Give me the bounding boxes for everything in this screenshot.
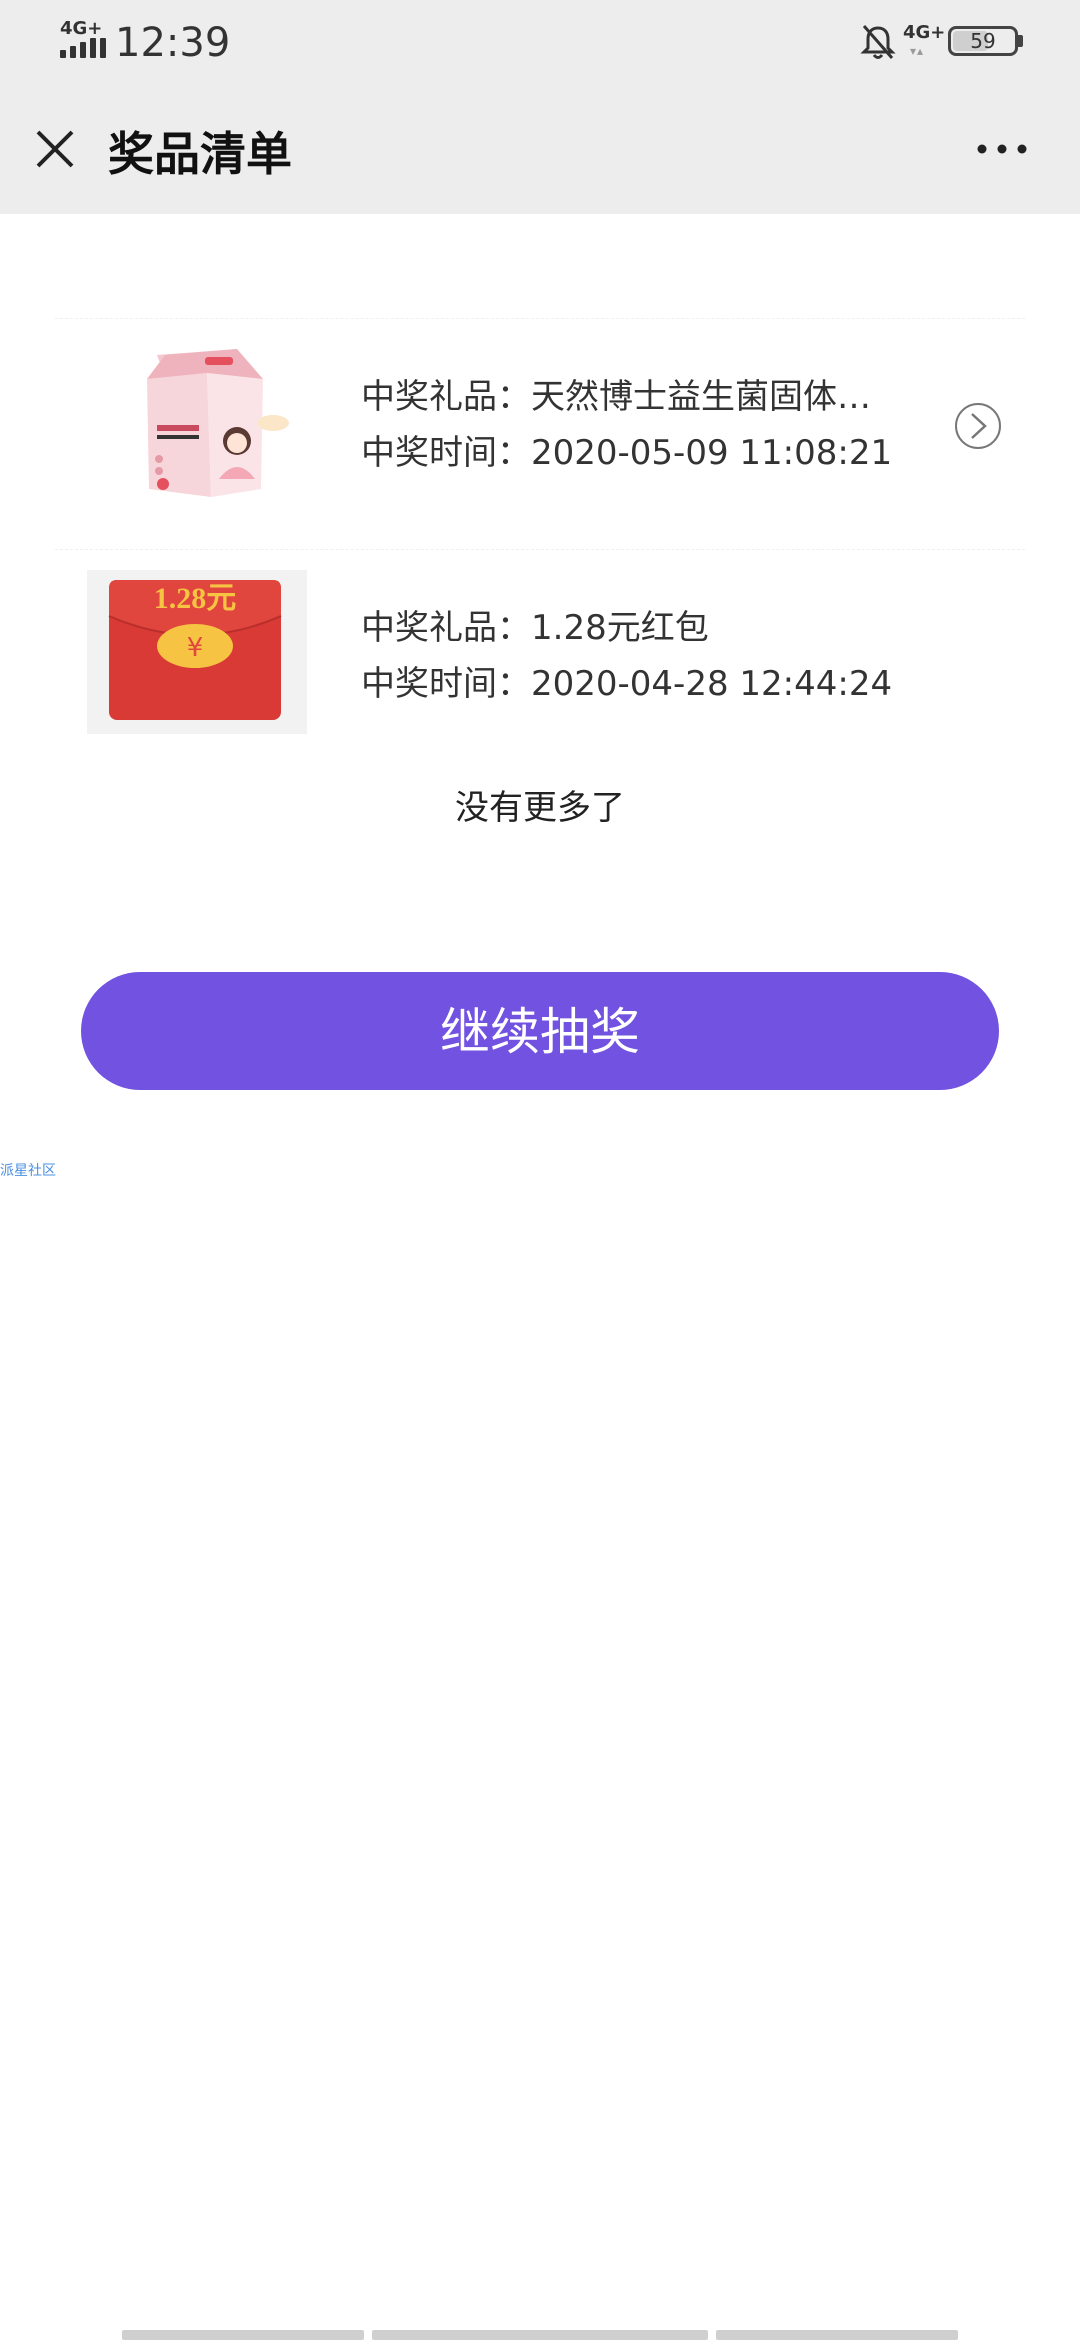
close-icon[interactable] bbox=[30, 124, 80, 174]
top-bar: 4G+ 12:39 4G+ ▾▴ 59 奖品清单 bbox=[0, 0, 1080, 214]
time-label: 中奖时间： bbox=[361, 433, 531, 473]
envelope-amount-text: 1.28元 bbox=[154, 582, 237, 615]
yuan-symbol: ¥ bbox=[187, 633, 204, 663]
title-bar: 奖品清单 bbox=[0, 84, 1080, 214]
prize-info: 中奖礼品：天然博士益生菌固体… 中奖时间：2020-05-09 11:08:21 bbox=[361, 369, 921, 481]
list-end-text: 没有更多了 bbox=[455, 788, 625, 828]
probiotic-product-image bbox=[147, 349, 289, 497]
time-value: 2020-04-28 12:44:24 bbox=[531, 664, 893, 704]
battery-level: 59 bbox=[970, 29, 996, 53]
gift-label: 中奖礼品： bbox=[361, 377, 531, 417]
signal-label: 4G+ bbox=[60, 18, 103, 39]
prize-item[interactable]: 1.28元 ¥ 中奖礼品：1.28元红包 中奖时间：2020-04-28 12:… bbox=[55, 549, 1025, 756]
prize-info: 中奖礼品：1.28元红包 中奖时间：2020-04-28 12:44:24 bbox=[361, 600, 921, 712]
red-envelope-image: 1.28元 ¥ bbox=[87, 570, 307, 734]
status-time: 12:39 bbox=[115, 20, 231, 66]
prize-item[interactable]: 中奖礼品：天然博士益生菌固体… 中奖时间：2020-05-09 11:08:21 bbox=[55, 318, 1025, 549]
watermark-text: 派星社区 bbox=[0, 1163, 56, 1179]
more-icon[interactable] bbox=[972, 124, 1032, 174]
prize-time-row: 中奖时间：2020-05-09 11:08:21 bbox=[361, 425, 921, 481]
page-title: 奖品清单 bbox=[108, 127, 292, 181]
bell-off-icon bbox=[860, 25, 896, 59]
continue-draw-button[interactable]: 继续抽奖 bbox=[81, 972, 999, 1090]
status-bar: 4G+ 12:39 4G+ ▾▴ 59 bbox=[0, 0, 1080, 84]
chevron-right-circle-icon[interactable] bbox=[953, 401, 1003, 451]
gift-value: 天然博士益生菌固体… bbox=[531, 377, 871, 417]
network-label: 4G+ bbox=[903, 22, 946, 43]
prize-list: 中奖礼品：天然博士益生菌固体… 中奖时间：2020-05-09 11:08:21… bbox=[55, 318, 1025, 756]
signal-icon bbox=[60, 38, 106, 58]
prize-gift-row: 中奖礼品：1.28元红包 bbox=[361, 600, 921, 656]
network-arrows-icon: ▾▴ bbox=[910, 44, 925, 58]
battery-tip bbox=[1018, 35, 1023, 47]
prize-gift-row: 中奖礼品：天然博士益生菌固体… bbox=[361, 369, 921, 425]
gift-value: 1.28元红包 bbox=[531, 608, 709, 648]
gift-label: 中奖礼品： bbox=[361, 608, 531, 648]
bottom-indicator bbox=[0, 2330, 1080, 2340]
time-value: 2020-05-09 11:08:21 bbox=[531, 433, 893, 473]
prize-time-row: 中奖时间：2020-04-28 12:44:24 bbox=[361, 656, 921, 712]
time-label: 中奖时间： bbox=[361, 664, 531, 704]
battery-icon: 59 bbox=[948, 26, 1018, 56]
